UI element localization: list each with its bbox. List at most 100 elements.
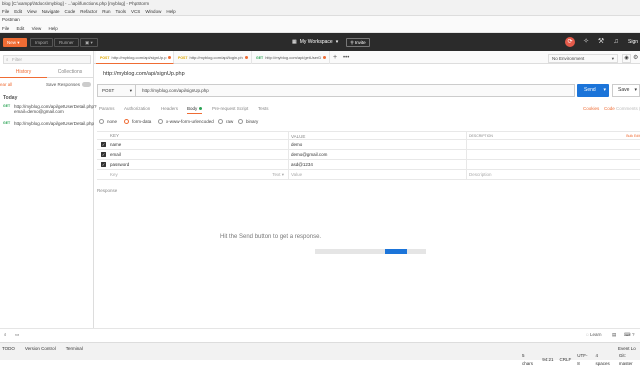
add-tab-icon[interactable]: + (333, 54, 337, 62)
comments-link[interactable]: Comments (0) (616, 104, 640, 114)
save-label: Save (618, 87, 630, 93)
pm-menu-view[interactable]: View (32, 26, 42, 31)
radio-none[interactable]: none (99, 118, 117, 126)
table-row: ✓ name demo (97, 140, 640, 150)
ide-menu-window[interactable]: Window (145, 8, 161, 16)
description-cell[interactable] (466, 150, 640, 159)
eye-icon[interactable]: ◉ (622, 54, 631, 63)
value-cell[interactable]: demo@gmail.com (288, 150, 466, 159)
help-icon[interactable]: ? (632, 331, 635, 339)
key-cell[interactable]: password (110, 162, 288, 167)
status-indent[interactable]: 4 spaces (596, 352, 613, 368)
value-cell[interactable]: asd@1234 (288, 160, 466, 169)
description-input[interactable]: Description (466, 170, 640, 179)
console-icon[interactable]: ▭ (15, 331, 19, 339)
ide-menu-view[interactable]: View (27, 8, 37, 16)
method-badge: GET (256, 56, 264, 60)
ide-menu-navigate[interactable]: Navigate (42, 8, 60, 16)
signin-button[interactable]: Sign (628, 37, 638, 47)
row-checkbox[interactable]: ✓ (101, 162, 106, 167)
tool-tab-terminal[interactable]: Terminal (66, 345, 83, 353)
status-position[interactable]: 94:21 (542, 356, 553, 364)
description-cell[interactable] (466, 160, 640, 169)
value-input[interactable]: Value (288, 170, 466, 179)
tab-tests[interactable]: Tests (258, 104, 269, 114)
ide-menu-vcs[interactable]: VCS (131, 8, 140, 16)
pm-menu-help[interactable]: Help (49, 26, 58, 31)
code-link[interactable]: Code (604, 104, 615, 114)
environment-select[interactable]: No Environment ▾ (548, 54, 618, 63)
sync-icon[interactable]: ⟳ (565, 37, 575, 47)
keyboard-icon[interactable]: ⌨ (624, 331, 631, 339)
request-tab[interactable]: POST http://myblog.com/api/signUp.p (96, 51, 174, 64)
request-tab[interactable]: GET http://myblog.com/api/getUserD (252, 51, 330, 64)
radio-raw[interactable]: raw (218, 118, 233, 126)
request-tab-url: http://myblog.com/api/login.ph (189, 55, 243, 60)
type-label: Text (272, 172, 281, 177)
save-button[interactable]: Save ▾ (612, 84, 640, 97)
tab-authorization[interactable]: Authorization (124, 104, 150, 114)
value-cell[interactable]: demo (288, 140, 466, 149)
satellite-icon[interactable]: ✧ (581, 37, 591, 47)
status-line-ending[interactable]: CRLF (559, 356, 571, 364)
tab-pre-request-script[interactable]: Pre-request Script (212, 104, 248, 114)
ide-menu-file[interactable]: File (2, 8, 9, 16)
search-icon[interactable]: ⌕ (4, 331, 7, 339)
description-header-label: DESCRIPTION (469, 134, 493, 138)
ide-menu-code[interactable]: Code (64, 8, 75, 16)
history-item[interactable]: GET http://myblog.com/api/getUserDetail.p… (3, 104, 97, 114)
ide-menu-refactor[interactable]: Refactor (80, 8, 97, 16)
tab-body[interactable]: Body (187, 104, 203, 114)
radio-binary[interactable]: binary (238, 118, 258, 126)
ide-menu-help[interactable]: Help (166, 8, 175, 16)
filter-input[interactable]: ⌕ Filter (3, 55, 91, 64)
tab-collections[interactable]: Collections (47, 67, 93, 78)
bell-icon[interactable]: ♫ (611, 37, 621, 47)
pm-menu-edit[interactable]: Edit (17, 26, 25, 31)
key-cell[interactable]: name (110, 142, 288, 147)
bulk-edit-link[interactable]: Bulk Edit (626, 132, 640, 141)
history-item[interactable]: GET http://myblog.com/api/getUserDetail.p… (3, 121, 94, 126)
radio-x-www-form-urlencoded[interactable]: x-www-form-urlencoded (158, 118, 214, 126)
new-button[interactable]: New ▾ (3, 38, 27, 47)
row-checkbox[interactable]: ✓ (101, 152, 106, 157)
ide-menu-run[interactable]: Run (102, 8, 110, 16)
ide-menu-tools[interactable]: Tools (116, 8, 127, 16)
workspace-selector[interactable]: ▦ My Workspace ▾ (292, 37, 338, 47)
settings-gear-icon[interactable]: ⚙ (633, 54, 638, 63)
body-indicator-icon (199, 107, 203, 110)
key-cell[interactable]: email (110, 152, 288, 157)
chevron-down-icon: ▾ (603, 87, 606, 93)
invite-button[interactable]: ⚲ Invite (346, 38, 370, 47)
save-responses-toggle[interactable] (82, 82, 91, 87)
request-title: http://myblog.com/api/signUp.php (103, 71, 185, 77)
description-cell[interactable] (466, 140, 640, 149)
url-input[interactable]: http://myblog.com/api/signUp.php (135, 84, 575, 97)
wrench-icon[interactable]: ⚒ (596, 37, 606, 47)
tool-tab-todo[interactable]: TODO (2, 345, 15, 353)
tab-history[interactable]: History (0, 67, 47, 78)
tab-params[interactable]: Params (99, 104, 115, 114)
layout-icon[interactable]: ▤ (612, 331, 616, 339)
more-tabs-icon[interactable]: ••• (343, 54, 349, 62)
status-encoding[interactable]: UTF-8 (577, 352, 589, 368)
clear-all-link[interactable]: ear all (0, 82, 12, 87)
status-git-branch[interactable]: Git: master (619, 352, 640, 368)
row-checkbox[interactable]: ✓ (101, 142, 106, 147)
runner-button[interactable]: Runner (54, 38, 79, 47)
pm-menu-file[interactable]: File (2, 26, 9, 31)
send-label: Send (584, 87, 596, 93)
ide-menu-edit[interactable]: Edit (14, 8, 22, 16)
tab-headers[interactable]: Headers (161, 104, 178, 114)
send-button[interactable]: Send ▾ (577, 84, 609, 97)
radio-form-data[interactable]: form-data (124, 118, 151, 126)
type-select[interactable]: Text ▾ (272, 172, 284, 178)
tool-tab-version-control[interactable]: Version Control (25, 345, 56, 353)
request-tab[interactable]: POST http://myblog.com/api/login.ph (174, 51, 252, 64)
new-window-button[interactable]: ▣ ▾ (80, 38, 98, 47)
learn-link[interactable]: ◌ Learn (586, 331, 601, 339)
cookies-link[interactable]: Cookies (583, 104, 599, 114)
key-input[interactable]: Key Text ▾ (110, 172, 288, 177)
import-button[interactable]: Import (30, 38, 53, 47)
method-select[interactable]: POST ▾ (97, 84, 135, 97)
